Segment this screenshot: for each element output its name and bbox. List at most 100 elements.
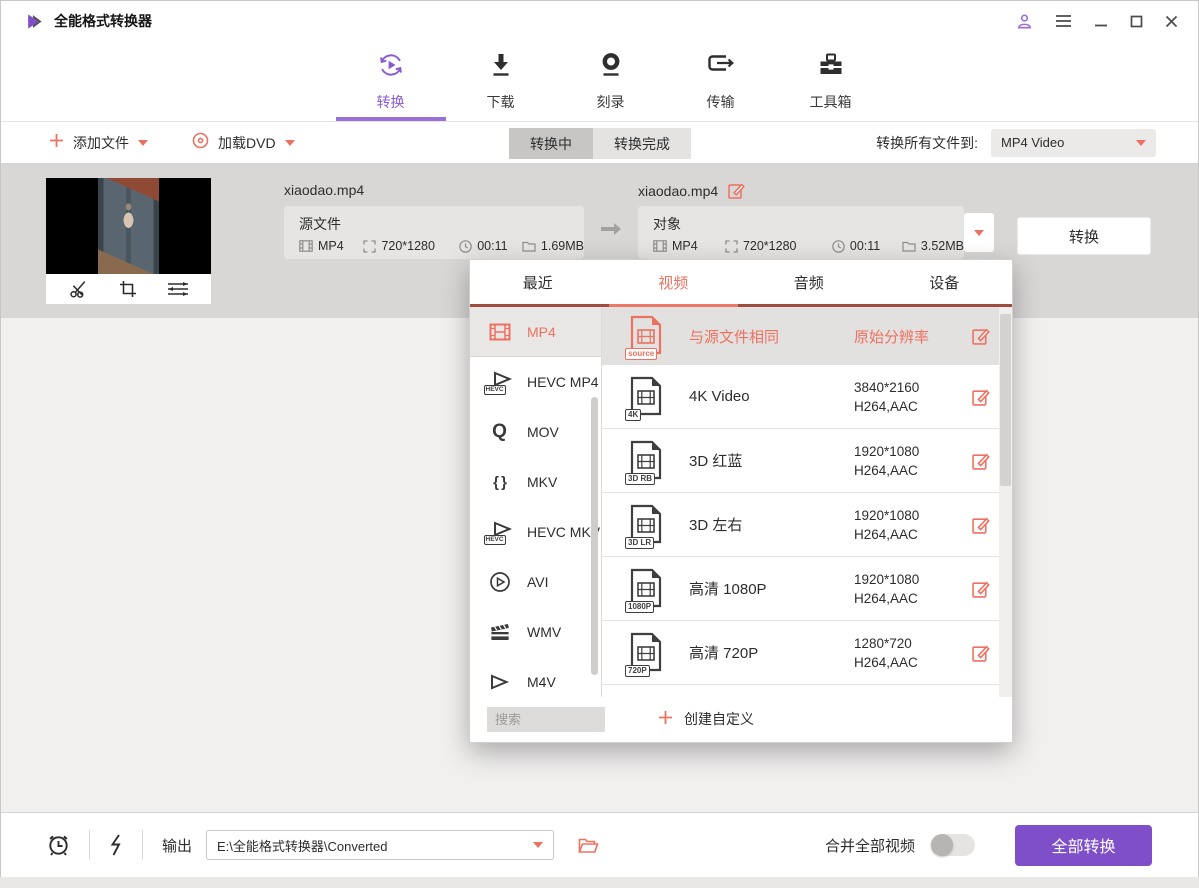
mp4-icon [486,323,513,341]
preset-row-720p[interactable]: 720P 高清 720P 1280*720H264,AAC [602,621,999,685]
tab-recent[interactable]: 最近 [470,260,606,304]
format-picker-popup: 最近 视频 音频 设备 MP4 HEVC HEVC MP4 [469,259,1013,743]
nav-tab-burn[interactable]: 刻录 [556,41,666,121]
preset-row-3d-rb[interactable]: 3D RB 3D 红蓝 1920*1080H264,AAC [602,429,999,493]
format-item-mov[interactable]: Q MOV [470,407,601,457]
tab-device[interactable]: 设备 [877,260,1013,304]
video-file-icon: 3D LR [629,504,665,546]
format-item-hevc-mp4[interactable]: HEVC HEVC MP4 [470,357,601,407]
file-size-icon [522,240,536,252]
convert-button[interactable]: 转换 [1017,217,1151,255]
video-thumbnail [46,178,211,274]
high-speed-icon[interactable] [109,834,123,856]
account-icon[interactable] [1016,13,1033,30]
output-path-select[interactable]: E:\全能格式转换器\Converted [206,830,554,860]
chevron-down-icon [1136,140,1146,146]
convert-all-to-label: 转换所有文件到: [876,133,978,153]
merge-videos-toggle[interactable] [931,834,975,856]
bottom-bar: 输出 E:\全能格式转换器\Converted 合并全部视频 全部转换 [1,812,1198,877]
toolbar: 添加文件 加载DVD 转换中 转换完成 转换所有文件到: MP4 Video [1,121,1198,164]
toggle-knob [931,834,953,856]
trim-icon[interactable] [69,280,89,298]
divider [142,830,143,860]
output-label: 输出 [162,835,192,856]
format-list-scrollbar[interactable] [591,397,598,675]
nav-tab-download[interactable]: 下载 [446,41,556,121]
m4v-icon [486,674,513,690]
app-window: 全能格式转换器 [0,0,1199,877]
toolbox-icon [817,51,845,84]
chevron-down-icon [138,140,148,146]
schedule-icon[interactable] [47,833,70,857]
preset-row-4k[interactable]: 4K 4K Video 3840*2160H264,AAC [602,365,999,429]
edit-preset-icon[interactable] [972,580,990,598]
edit-preset-icon[interactable] [972,644,990,662]
close-icon[interactable] [1165,15,1178,28]
chevron-down-icon [533,842,543,848]
format-icon [653,240,667,252]
format-item-avi[interactable]: AVI [470,557,601,607]
edit-preset-icon[interactable] [972,388,990,406]
mkv-icon: { } [486,474,513,491]
preset-row-3d-lr[interactable]: 3D LR 3D 左右 1920*1080H264,AAC [602,493,999,557]
source-box-title: 源文件 [299,214,584,234]
avi-icon [486,571,513,593]
rename-icon[interactable] [728,182,745,199]
target-format-dropdown-button[interactable] [964,213,994,252]
titlebar: 全能格式转换器 [1,1,1198,41]
add-file-button[interactable]: 添加文件 [49,133,148,153]
minimize-icon[interactable] [1094,15,1108,27]
plus-icon [658,710,673,728]
format-item-mkv[interactable]: { } MKV [470,457,601,507]
nav-tab-convert[interactable]: 转换 [336,41,446,121]
app-logo-icon [25,12,44,31]
tab-audio[interactable]: 音频 [741,260,877,304]
video-thumbnail-card [46,178,211,304]
target-file-name: xiaodao.mp4 [638,183,718,199]
edit-preset-icon[interactable] [972,327,990,345]
plus-icon [49,133,64,153]
preset-row-1080p[interactable]: 1080P 高清 1080P 1920*1080H264,AAC [602,557,999,621]
resolution-icon [725,240,738,253]
preset-list-scrollbar[interactable] [999,307,1012,697]
preset-row-same-as-source[interactable]: source 与源文件相同 原始分辨率 [602,307,999,365]
edit-preset-icon[interactable] [972,516,990,534]
nav-tab-toolbox[interactable]: 工具箱 [776,41,886,121]
convert-icon [377,51,405,84]
tab-converting[interactable]: 转换中 [509,128,593,159]
target-info-box: 对象 MP4 720*1280 00:11 3.52MB [638,206,964,259]
format-item-m4v[interactable]: M4V [470,657,601,697]
load-dvd-button[interactable]: 加载DVD [192,132,295,154]
effects-icon[interactable] [167,281,189,297]
duration-icon [832,240,845,253]
tab-finished[interactable]: 转换完成 [593,128,691,159]
transfer-icon [706,51,736,84]
preset-list: source 与源文件相同 原始分辨率 4K 4K Video [602,307,1012,697]
format-list: MP4 HEVC HEVC MP4 Q MOV { } MKV [470,307,602,697]
search-input[interactable] [487,707,605,732]
format-item-hevc-mkv[interactable]: HEVC HEVC MKV [470,507,601,557]
format-item-mp4[interactable]: MP4 [470,307,601,357]
edit-preset-icon[interactable] [972,452,990,470]
crop-icon[interactable] [119,280,137,298]
nav-tab-label: 下载 [487,92,515,112]
nav-tab-label: 刻录 [597,92,625,112]
format-item-wmv[interactable]: WMV [470,607,601,657]
open-folder-icon[interactable] [578,837,599,854]
maximize-icon[interactable] [1130,15,1143,28]
video-file-icon: 3D RB [629,440,665,482]
menu-icon[interactable] [1055,14,1072,28]
video-frame-image [98,178,159,274]
chevron-down-icon [285,140,295,146]
convert-all-button[interactable]: 全部转换 [1015,825,1152,866]
create-custom-button[interactable]: 创建自定义 [658,709,754,729]
tab-video[interactable]: 视频 [606,260,742,304]
nav-tab-transfer[interactable]: 传输 [666,41,776,121]
wmv-icon [486,622,513,642]
convert-arrow-icon [599,221,623,242]
merge-videos-label: 合并全部视频 [825,835,915,856]
source-info-box: 源文件 MP4 720*1280 00:11 1.69MB [284,206,584,259]
convert-all-format-select[interactable]: MP4 Video [991,129,1156,157]
hevc-mkv-icon: HEVC [486,521,513,543]
scrollbar-thumb[interactable] [1000,314,1011,486]
